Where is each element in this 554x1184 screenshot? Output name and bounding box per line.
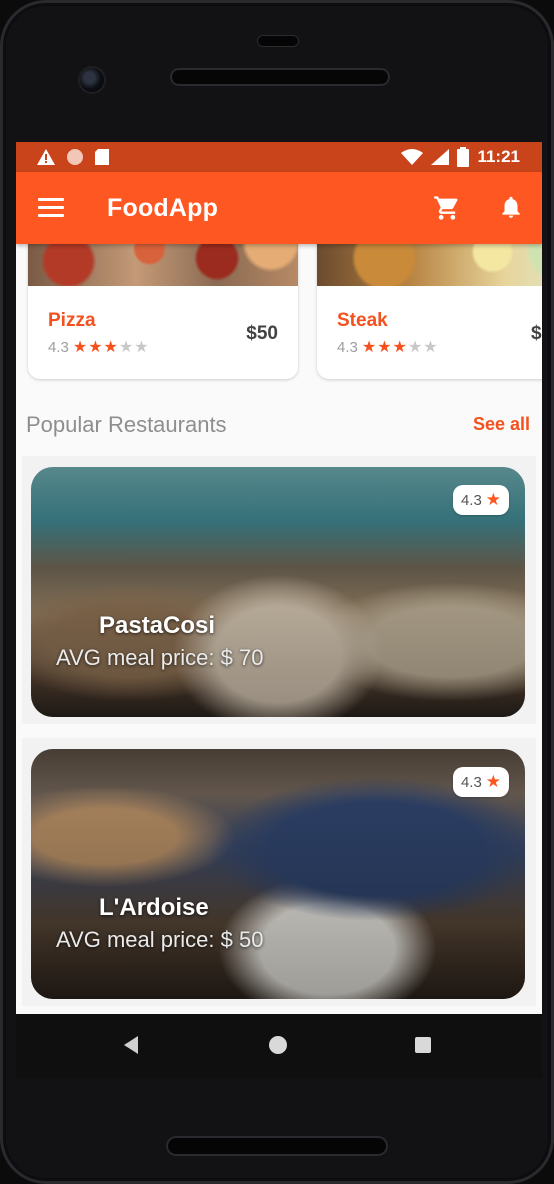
earpiece (172, 70, 388, 84)
star-rating: ★★★★★ (362, 337, 439, 357)
star-icon: ★ (88, 339, 104, 356)
home-icon[interactable] (269, 1036, 287, 1054)
front-camera-icon (80, 68, 104, 92)
restaurant-avg-price: AVG meal price: $ 50 (56, 927, 264, 952)
rating-badge: 4.3 ★ (453, 767, 509, 797)
speaker-slot (258, 36, 298, 46)
food-rating: 4.3 ★★★★★ (48, 337, 150, 357)
warning-icon (37, 149, 55, 165)
status-time: 11:21 (477, 147, 520, 166)
restaurant-avg-price: AVG meal price: $ 70 (56, 645, 264, 670)
star-icon: ★ (485, 772, 502, 791)
food-rating: 4.3 ★★★★★ (337, 337, 439, 357)
star-icon: ★ (423, 339, 439, 356)
star-icon: ★ (485, 490, 502, 509)
rating-badge: 4.3 ★ (453, 485, 509, 515)
sd-card-icon (95, 149, 109, 165)
android-nav-bar (16, 1014, 542, 1078)
restaurant-card[interactable]: 4.3 ★ PastaCosi AVG meal price: $ 70 (22, 456, 536, 724)
food-card[interactable]: Steak 4.3 ★★★★★ $ (317, 244, 542, 379)
restaurant-name: PastaCosi (99, 612, 216, 639)
screen: 11:21 FoodApp Pizza 4.3 ★★★★★ $50 Steak … (16, 142, 542, 1014)
status-bar: 11:21 (16, 142, 542, 172)
wifi-icon (401, 149, 424, 165)
restaurant-image: 4.3 ★ (31, 749, 525, 999)
phone-frame: 11:21 FoodApp Pizza 4.3 ★★★★★ $50 Steak … (0, 0, 554, 1184)
circle-icon (67, 149, 83, 165)
battery-icon (457, 147, 470, 167)
food-card[interactable]: Pizza 4.3 ★★★★★ $50 (28, 244, 298, 379)
rating-value: 4.3 (460, 491, 482, 509)
rating-value: 4.3 (48, 338, 69, 356)
content-scroll[interactable]: Pizza 4.3 ★★★★★ $50 Steak 4.3 ★★★★★ $ Po… (16, 244, 542, 1014)
menu-icon[interactable] (38, 198, 64, 218)
food-name: Steak (337, 310, 388, 331)
bottom-speaker (168, 1138, 386, 1154)
restaurant-name: L'Ardoise (99, 894, 209, 921)
app-title: FoodApp (107, 194, 219, 222)
food-image-steak (317, 244, 542, 286)
star-icon: ★ (392, 339, 408, 356)
star-rating: ★★★★★ (73, 337, 150, 357)
section-title: Popular Restaurants (26, 412, 227, 437)
restaurant-card[interactable]: 4.3 ★ L'Ardoise AVG meal price: $ 50 (22, 738, 536, 1006)
food-price: $ (531, 323, 542, 344)
food-name: Pizza (48, 310, 96, 331)
star-icon: ★ (361, 339, 378, 356)
star-icon: ★ (118, 339, 135, 356)
rating-value: 4.3 (460, 773, 482, 791)
star-icon: ★ (134, 339, 150, 356)
signal-icon (431, 149, 450, 165)
see-all-link[interactable]: See all (473, 414, 530, 435)
food-price: $50 (246, 323, 278, 344)
back-icon[interactable] (124, 1036, 138, 1054)
restaurant-image: 4.3 ★ (31, 467, 525, 717)
bell-icon[interactable] (498, 192, 524, 222)
popular-restaurants-header: Popular Restaurants See all (26, 412, 530, 444)
star-icon: ★ (407, 339, 424, 356)
star-icon: ★ (103, 339, 119, 356)
star-icon: ★ (72, 339, 89, 356)
app-bar: FoodApp (16, 172, 542, 244)
food-image-pizza (28, 244, 298, 286)
recents-icon[interactable] (415, 1037, 431, 1053)
star-icon: ★ (377, 339, 393, 356)
rating-value: 4.3 (337, 338, 358, 356)
cart-icon[interactable] (432, 194, 462, 222)
